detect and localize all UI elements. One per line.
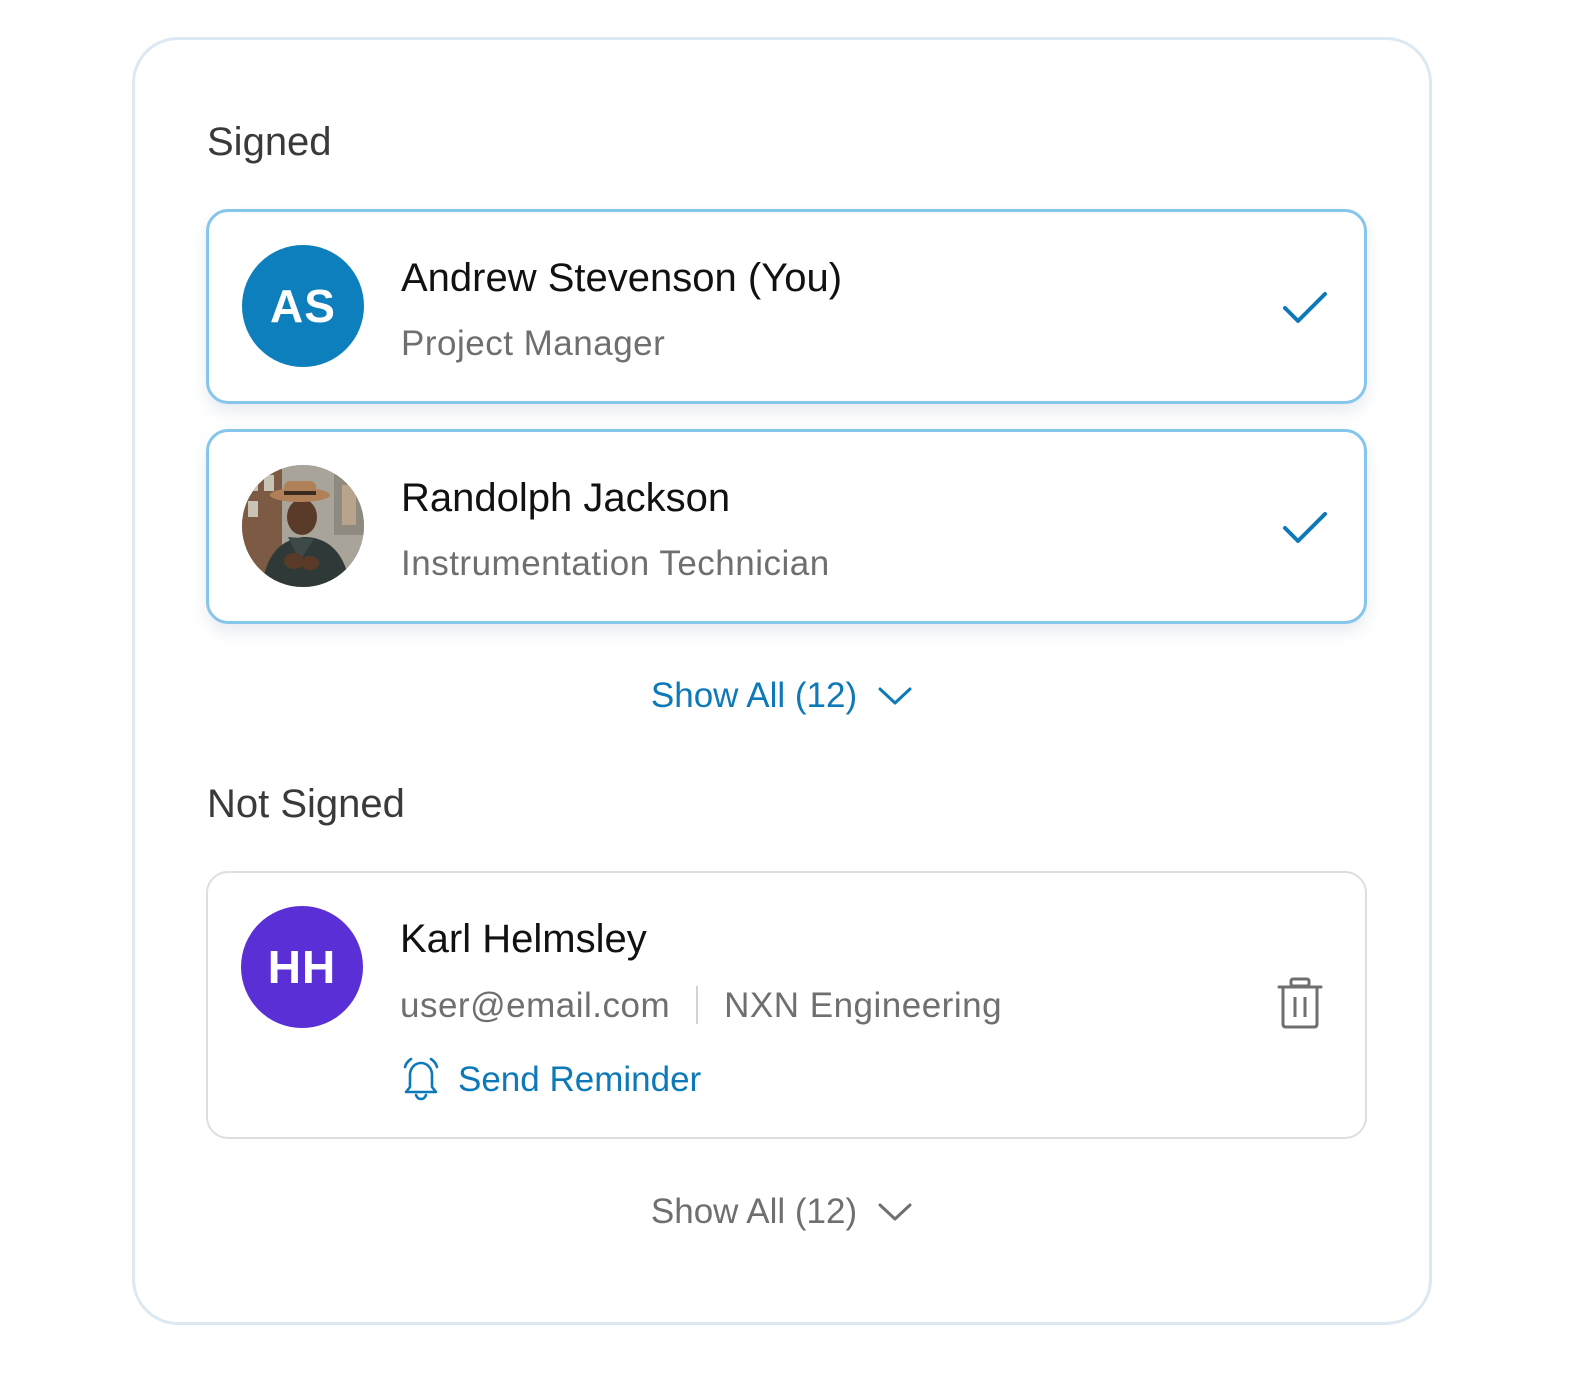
signer-name: Andrew Stevenson (You) (401, 256, 843, 300)
trash-icon[interactable] (1277, 977, 1323, 1029)
signatures-panel: Signed AS Andrew Stevenson (You) Project… (132, 37, 1432, 1325)
avatar-photo (242, 465, 364, 587)
signer-meta: user@email.com NXN Engineering (400, 986, 1002, 1024)
signer-name: Karl Helmsley (400, 917, 647, 961)
send-reminder-label: Send Reminder (458, 1059, 702, 1099)
signed-section-title: Signed (207, 120, 332, 164)
meta-divider (696, 986, 699, 1024)
show-all-label: Show All (12) (650, 676, 858, 715)
avatar: HH (241, 906, 363, 1028)
chevron-down-icon (878, 687, 912, 704)
bell-icon (403, 1057, 439, 1101)
send-reminder-button[interactable]: Send Reminder (400, 1057, 701, 1101)
signer-card-andrew[interactable]: AS Andrew Stevenson (You) Project Manage… (206, 209, 1367, 404)
signer-role: Instrumentation Technician (401, 544, 830, 583)
show-all-signed-button[interactable]: Show All (12) (135, 678, 1429, 713)
check-icon (1283, 292, 1327, 323)
signer-role: Project Manager (401, 324, 666, 363)
avatar (242, 465, 364, 587)
show-all-label: Show All (12) (650, 1192, 858, 1231)
avatar: AS (242, 245, 364, 367)
signer-name: Randolph Jackson (401, 476, 731, 520)
signer-email: user@email.com (400, 985, 671, 1025)
not-signed-section-title: Not Signed (207, 782, 405, 826)
signer-card-karl[interactable]: HH Karl Helmsley user@email.com NXN Engi… (206, 871, 1367, 1139)
signer-company: NXN Engineering (724, 985, 1003, 1025)
check-icon (1283, 512, 1327, 543)
show-all-not-signed-button[interactable]: Show All (12) (135, 1194, 1429, 1229)
signer-card-randolph[interactable]: Randolph Jackson Instrumentation Technic… (206, 429, 1367, 624)
chevron-down-icon (878, 1203, 912, 1220)
